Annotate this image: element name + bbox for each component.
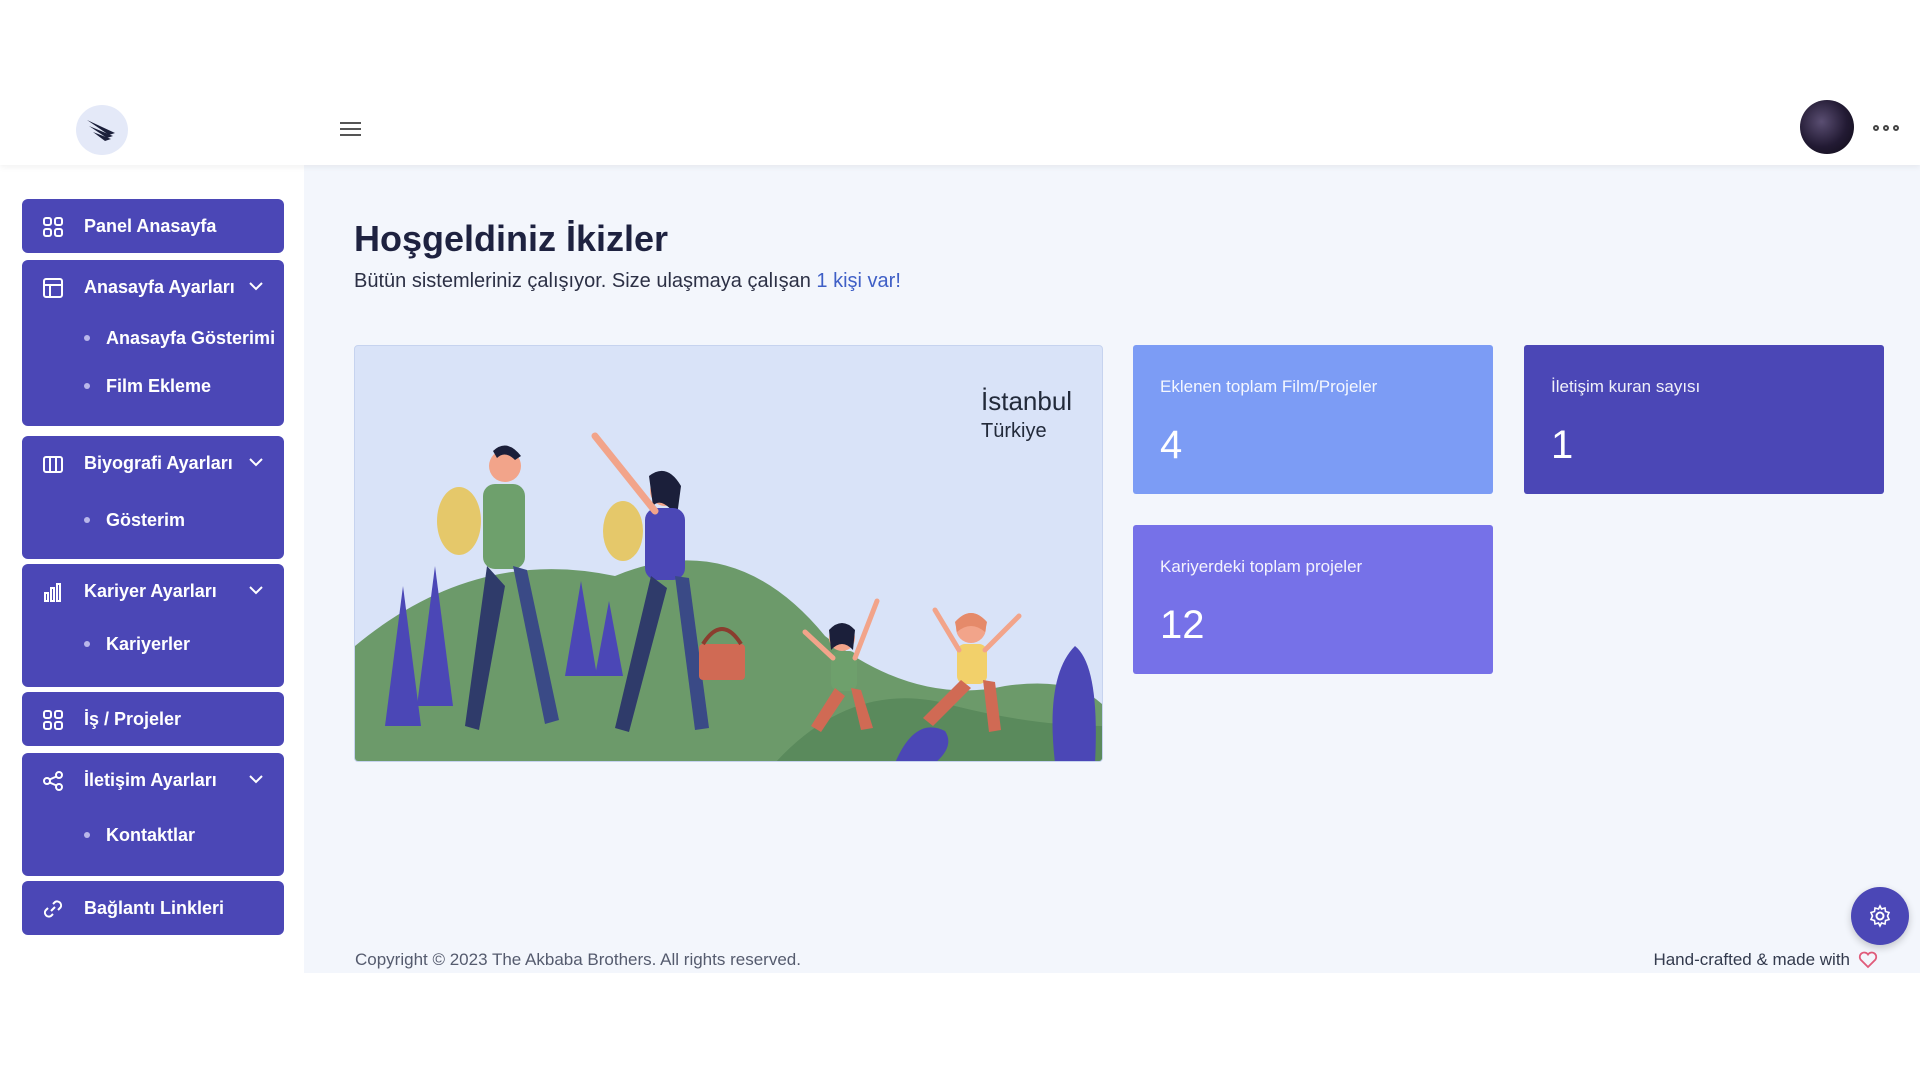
stat-card-contacts: İletişim kuran sayısı 1 <box>1524 345 1884 494</box>
hamburger-icon[interactable] <box>338 118 364 140</box>
sidebar-item-header[interactable]: İş / Projeler <box>22 692 284 746</box>
stat-value: 1 <box>1551 423 1574 467</box>
hero-illustration-card: İstanbul Türkiye <box>354 345 1103 762</box>
sidebar-item-label: İş / Projeler <box>84 708 182 729</box>
settings-gear-button[interactable] <box>1851 887 1909 945</box>
contact-count-link[interactable]: 1 kişi var! <box>816 270 900 292</box>
hero-city: İstanbul <box>981 386 1073 416</box>
top-header <box>0 0 1920 165</box>
sidebar-subitem-film-ekleme[interactable]: Film Ekleme <box>22 362 284 410</box>
link-icon <box>43 900 63 918</box>
sidebar: Panel Anasayfa Anasayfa Ayarları Anasayf… <box>0 165 304 973</box>
sidebar-item-label: İletişim Ayarları <box>84 769 217 790</box>
sidebar-subitem-anasayfa-gosterimi[interactable]: Anasayfa Gösterimi <box>22 314 284 362</box>
sidebar-item-header[interactable]: İletişim Ayarları <box>22 753 284 807</box>
footer-crafted: Hand-crafted & made with <box>1653 950 1878 970</box>
sidebar-item-anasayfa-ayarlari: Anasayfa Ayarları Anasayfa Gösterimi Fil… <box>22 260 284 426</box>
stat-value: 12 <box>1160 603 1205 647</box>
sidebar-item-baglanti-linkleri[interactable]: Bağlantı Linkleri <box>22 881 284 935</box>
chevron-down-icon <box>249 775 263 784</box>
sidebar-item-header[interactable]: Kariyer Ayarları <box>22 564 284 618</box>
stat-card-career-projects: Kariyerdeki toplam projeler 12 <box>1133 525 1493 674</box>
heart-icon <box>1858 951 1878 969</box>
grid-icon <box>43 710 63 730</box>
bar-chart-icon <box>44 583 61 602</box>
stat-label: Eklenen toplam Film/Projeler <box>1160 377 1378 396</box>
footer-copyright: Copyright © 2023 The Akbaba Brothers. Al… <box>355 950 801 969</box>
welcome-subtitle: Bütün sistemleriniz çalışıyor. Size ulaş… <box>354 270 901 293</box>
stat-card-total-projects: Eklenen toplam Film/Projeler 4 <box>1133 345 1493 494</box>
hero-country: Türkiye <box>981 420 1047 442</box>
sidebar-item-header[interactable]: Bağlantı Linkleri <box>22 881 284 935</box>
sidebar-item-is-projeler[interactable]: İş / Projeler <box>22 692 284 746</box>
sidebar-item-label: Biyografi Ayarları <box>84 452 233 473</box>
more-dots-icon[interactable] <box>1873 118 1899 138</box>
stat-label: İletişim kuran sayısı <box>1551 377 1701 396</box>
chevron-down-icon <box>249 586 263 595</box>
columns-icon <box>43 456 63 473</box>
sidebar-subitem-kariyerler[interactable]: Kariyerler <box>22 620 284 668</box>
sidebar-item-label: Kariyer Ayarları <box>84 580 217 601</box>
sidebar-item-header[interactable]: Panel Anasayfa <box>22 199 284 253</box>
sidebar-item-biyografi-ayarlari: Biyografi Ayarları Gösterim <box>22 436 284 559</box>
sidebar-item-label: Anasayfa Ayarları <box>84 276 235 297</box>
footer-crafted-text: Hand-crafted & made with <box>1653 950 1850 969</box>
avatar[interactable] <box>1800 100 1854 154</box>
gear-icon <box>1869 904 1891 928</box>
grid-icon <box>43 217 63 237</box>
sidebar-subitem-gosterim[interactable]: Gösterim <box>22 496 284 544</box>
sidebar-item-iletisim-ayarlari: İletişim Ayarları Kontaktlar <box>22 753 284 876</box>
stat-label: Kariyerdeki toplam projeler <box>1160 557 1363 576</box>
sidebar-item-header[interactable]: Anasayfa Ayarları <box>22 260 284 314</box>
sidebar-item-header[interactable]: Biyografi Ayarları <box>22 436 284 490</box>
sidebar-item-panel-anasayfa[interactable]: Panel Anasayfa <box>22 199 284 253</box>
page-title: Hoşgeldiniz İkizler <box>354 218 669 259</box>
sidebar-item-label: Bağlantı Linkleri <box>84 897 225 918</box>
sidebar-subitem-kontaklar[interactable]: Kontaktlar <box>22 811 284 859</box>
sidebar-item-label: Panel Anasayfa <box>84 215 217 236</box>
stat-value: 4 <box>1160 423 1183 467</box>
layout-icon <box>43 278 63 298</box>
subtitle-text: Bütün sistemleriniz çalışıyor. Size ulaş… <box>354 270 817 292</box>
bird-logo-icon[interactable] <box>76 105 128 155</box>
chevron-down-icon <box>249 282 263 291</box>
sidebar-item-kariyer-ayarlari: Kariyer Ayarları Kariyerler <box>22 564 284 687</box>
share-icon <box>43 771 63 791</box>
chevron-down-icon <box>249 458 263 467</box>
